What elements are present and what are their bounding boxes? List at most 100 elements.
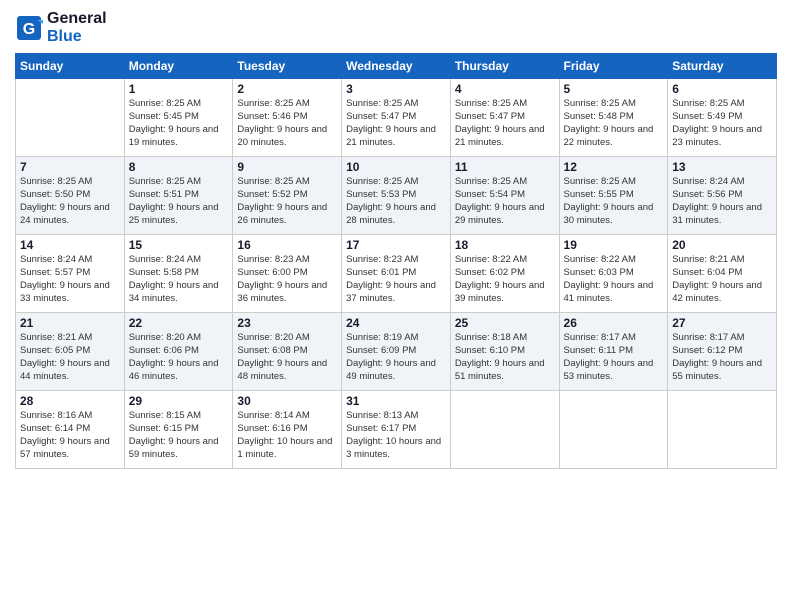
day-number: 12 xyxy=(564,160,664,174)
calendar-cell: 4 Sunrise: 8:25 AMSunset: 5:47 PMDaylight… xyxy=(450,79,559,157)
calendar-cell: 21 Sunrise: 8:21 AMSunset: 6:05 PMDayligh… xyxy=(16,313,125,391)
day-header-tuesday: Tuesday xyxy=(233,54,342,79)
day-detail: Sunrise: 8:17 AMSunset: 6:12 PMDaylight:… xyxy=(672,332,772,383)
calendar-cell: 24 Sunrise: 8:19 AMSunset: 6:09 PMDayligh… xyxy=(342,313,451,391)
day-detail: Sunrise: 8:13 AMSunset: 6:17 PMDaylight:… xyxy=(346,410,446,461)
day-number: 5 xyxy=(564,82,664,96)
calendar-container: G General Blue SundayMondayTuesdayWednes… xyxy=(0,0,792,612)
day-detail: Sunrise: 8:25 AMSunset: 5:45 PMDaylight:… xyxy=(129,98,229,149)
day-detail: Sunrise: 8:21 AMSunset: 6:04 PMDaylight:… xyxy=(672,254,772,305)
day-number: 15 xyxy=(129,238,229,252)
logo-text: General Blue xyxy=(47,10,107,45)
calendar-cell: 23 Sunrise: 8:20 AMSunset: 6:08 PMDayligh… xyxy=(233,313,342,391)
calendar-cell: 22 Sunrise: 8:20 AMSunset: 6:06 PMDayligh… xyxy=(124,313,233,391)
day-detail: Sunrise: 8:24 AMSunset: 5:56 PMDaylight:… xyxy=(672,176,772,227)
day-detail: Sunrise: 8:16 AMSunset: 6:14 PMDaylight:… xyxy=(20,410,120,461)
day-number: 22 xyxy=(129,316,229,330)
day-detail: Sunrise: 8:20 AMSunset: 6:08 PMDaylight:… xyxy=(237,332,337,383)
day-detail: Sunrise: 8:20 AMSunset: 6:06 PMDaylight:… xyxy=(129,332,229,383)
day-detail: Sunrise: 8:22 AMSunset: 6:03 PMDaylight:… xyxy=(564,254,664,305)
day-detail: Sunrise: 8:23 AMSunset: 6:00 PMDaylight:… xyxy=(237,254,337,305)
day-detail: Sunrise: 8:14 AMSunset: 6:16 PMDaylight:… xyxy=(237,410,337,461)
day-detail: Sunrise: 8:18 AMSunset: 6:10 PMDaylight:… xyxy=(455,332,555,383)
day-number: 23 xyxy=(237,316,337,330)
day-header-monday: Monday xyxy=(124,54,233,79)
day-header-sunday: Sunday xyxy=(16,54,125,79)
calendar-week-row: 7 Sunrise: 8:25 AMSunset: 5:50 PMDaylight… xyxy=(16,157,777,235)
day-number: 8 xyxy=(129,160,229,174)
calendar-cell: 31 Sunrise: 8:13 AMSunset: 6:17 PMDayligh… xyxy=(342,391,451,469)
calendar-cell: 12 Sunrise: 8:25 AMSunset: 5:55 PMDayligh… xyxy=(559,157,668,235)
day-number: 24 xyxy=(346,316,446,330)
calendar-cell: 17 Sunrise: 8:23 AMSunset: 6:01 PMDayligh… xyxy=(342,235,451,313)
day-detail: Sunrise: 8:25 AMSunset: 5:47 PMDaylight:… xyxy=(455,98,555,149)
day-header-friday: Friday xyxy=(559,54,668,79)
calendar-cell: 7 Sunrise: 8:25 AMSunset: 5:50 PMDaylight… xyxy=(16,157,125,235)
day-detail: Sunrise: 8:22 AMSunset: 6:02 PMDaylight:… xyxy=(455,254,555,305)
calendar-header-row: SundayMondayTuesdayWednesdayThursdayFrid… xyxy=(16,54,777,79)
calendar-cell: 29Sunrise: 8:15 AMSunset: 6:15 PMDayligh… xyxy=(124,391,233,469)
calendar-cell: 9 Sunrise: 8:25 AMSunset: 5:52 PMDaylight… xyxy=(233,157,342,235)
day-number: 20 xyxy=(672,238,772,252)
day-detail: Sunrise: 8:21 AMSunset: 6:05 PMDaylight:… xyxy=(20,332,120,383)
day-detail: Sunrise: 8:17 AMSunset: 6:11 PMDaylight:… xyxy=(564,332,664,383)
day-detail: Sunrise: 8:25 AMSunset: 5:52 PMDaylight:… xyxy=(237,176,337,227)
calendar-table: SundayMondayTuesdayWednesdayThursdayFrid… xyxy=(15,53,777,469)
day-number: 18 xyxy=(455,238,555,252)
calendar-cell: 2Sunrise: 8:25 AMSunset: 5:46 PMDaylight… xyxy=(233,79,342,157)
calendar-cell: 10 Sunrise: 8:25 AMSunset: 5:53 PMDayligh… xyxy=(342,157,451,235)
day-number: 4 xyxy=(455,82,555,96)
day-detail: Sunrise: 8:23 AMSunset: 6:01 PMDaylight:… xyxy=(346,254,446,305)
day-header-wednesday: Wednesday xyxy=(342,54,451,79)
day-detail: Sunrise: 8:15 AMSunset: 6:15 PMDaylight:… xyxy=(129,410,229,461)
calendar-cell: 3Sunrise: 8:25 AMSunset: 5:47 PMDaylight… xyxy=(342,79,451,157)
day-number: 10 xyxy=(346,160,446,174)
calendar-week-row: 28 Sunrise: 8:16 AMSunset: 6:14 PMDayligh… xyxy=(16,391,777,469)
day-number: 7 xyxy=(20,160,120,174)
calendar-cell xyxy=(668,391,777,469)
calendar-cell: 1 Sunrise: 8:25 AMSunset: 5:45 PMDaylight… xyxy=(124,79,233,157)
day-header-thursday: Thursday xyxy=(450,54,559,79)
day-number: 9 xyxy=(237,160,337,174)
day-detail: Sunrise: 8:25 AMSunset: 5:49 PMDaylight:… xyxy=(672,98,772,149)
calendar-cell: 16 Sunrise: 8:23 AMSunset: 6:00 PMDayligh… xyxy=(233,235,342,313)
svg-text:G: G xyxy=(23,21,35,38)
day-number: 6 xyxy=(672,82,772,96)
day-number: 16 xyxy=(237,238,337,252)
day-number: 17 xyxy=(346,238,446,252)
calendar-cell: 6 Sunrise: 8:25 AMSunset: 5:49 PMDaylight… xyxy=(668,79,777,157)
day-number: 31 xyxy=(346,394,446,408)
calendar-cell: 20 Sunrise: 8:21 AMSunset: 6:04 PMDayligh… xyxy=(668,235,777,313)
day-number: 2 xyxy=(237,82,337,96)
day-detail: Sunrise: 8:25 AMSunset: 5:55 PMDaylight:… xyxy=(564,176,664,227)
day-detail: Sunrise: 8:25 AMSunset: 5:51 PMDaylight:… xyxy=(129,176,229,227)
calendar-cell: 13 Sunrise: 8:24 AMSunset: 5:56 PMDayligh… xyxy=(668,157,777,235)
day-detail: Sunrise: 8:25 AMSunset: 5:53 PMDaylight:… xyxy=(346,176,446,227)
calendar-cell: 19Sunrise: 8:22 AMSunset: 6:03 PMDayligh… xyxy=(559,235,668,313)
calendar-cell: 30 Sunrise: 8:14 AMSunset: 6:16 PMDayligh… xyxy=(233,391,342,469)
day-detail: Sunrise: 8:25 AMSunset: 5:50 PMDaylight:… xyxy=(20,176,120,227)
day-detail: Sunrise: 8:24 AMSunset: 5:57 PMDaylight:… xyxy=(20,254,120,305)
calendar-week-row: 21 Sunrise: 8:21 AMSunset: 6:05 PMDayligh… xyxy=(16,313,777,391)
calendar-week-row: 14 Sunrise: 8:24 AMSunset: 5:57 PMDayligh… xyxy=(16,235,777,313)
day-number: 14 xyxy=(20,238,120,252)
day-number: 13 xyxy=(672,160,772,174)
day-detail: Sunrise: 8:24 AMSunset: 5:58 PMDaylight:… xyxy=(129,254,229,305)
day-number: 30 xyxy=(237,394,337,408)
day-number: 3 xyxy=(346,82,446,96)
day-detail: Sunrise: 8:25 AMSunset: 5:48 PMDaylight:… xyxy=(564,98,664,149)
day-number: 1 xyxy=(129,82,229,96)
calendar-cell xyxy=(16,79,125,157)
day-number: 26 xyxy=(564,316,664,330)
logo-icon: G xyxy=(15,14,43,42)
calendar-cell xyxy=(559,391,668,469)
day-number: 28 xyxy=(20,394,120,408)
day-number: 25 xyxy=(455,316,555,330)
calendar-cell xyxy=(450,391,559,469)
day-number: 21 xyxy=(20,316,120,330)
calendar-cell: 8 Sunrise: 8:25 AMSunset: 5:51 PMDaylight… xyxy=(124,157,233,235)
day-detail: Sunrise: 8:19 AMSunset: 6:09 PMDaylight:… xyxy=(346,332,446,383)
calendar-header: G General Blue xyxy=(15,10,777,45)
calendar-cell: 5 Sunrise: 8:25 AMSunset: 5:48 PMDaylight… xyxy=(559,79,668,157)
calendar-cell: 26 Sunrise: 8:17 AMSunset: 6:11 PMDayligh… xyxy=(559,313,668,391)
